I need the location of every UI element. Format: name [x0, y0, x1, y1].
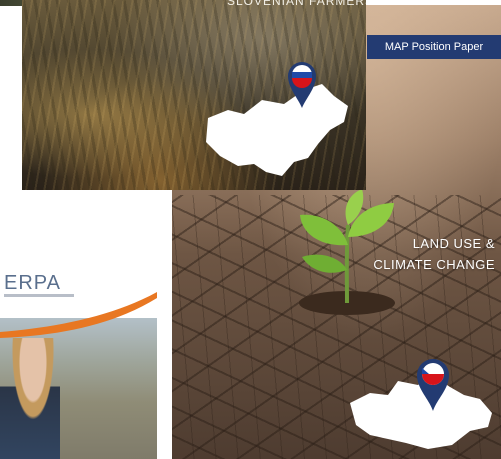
- map-pin-czech-icon: [417, 359, 449, 411]
- map-position-paper-banner: MAP Position Paper: [367, 35, 501, 59]
- title-line-1: LAND USE &: [412, 236, 495, 251]
- slovenia-map-icon: [206, 84, 348, 176]
- erpa-card[interactable]: ERPA: [0, 240, 157, 459]
- slovenia-card-title: SLOVENIAN FARMERS: [227, 0, 366, 8]
- slovenia-farmers-card[interactable]: SLOVENIAN FARMERS: [22, 0, 366, 190]
- orange-swoosh: [0, 292, 157, 338]
- land-use-title: LAND USE & CLIMATE CHANGE: [373, 233, 495, 275]
- map-pin-slovenia-icon: [288, 62, 316, 108]
- farmer-person: [0, 338, 60, 459]
- title-line-2: CLIMATE CHANGE: [373, 257, 495, 272]
